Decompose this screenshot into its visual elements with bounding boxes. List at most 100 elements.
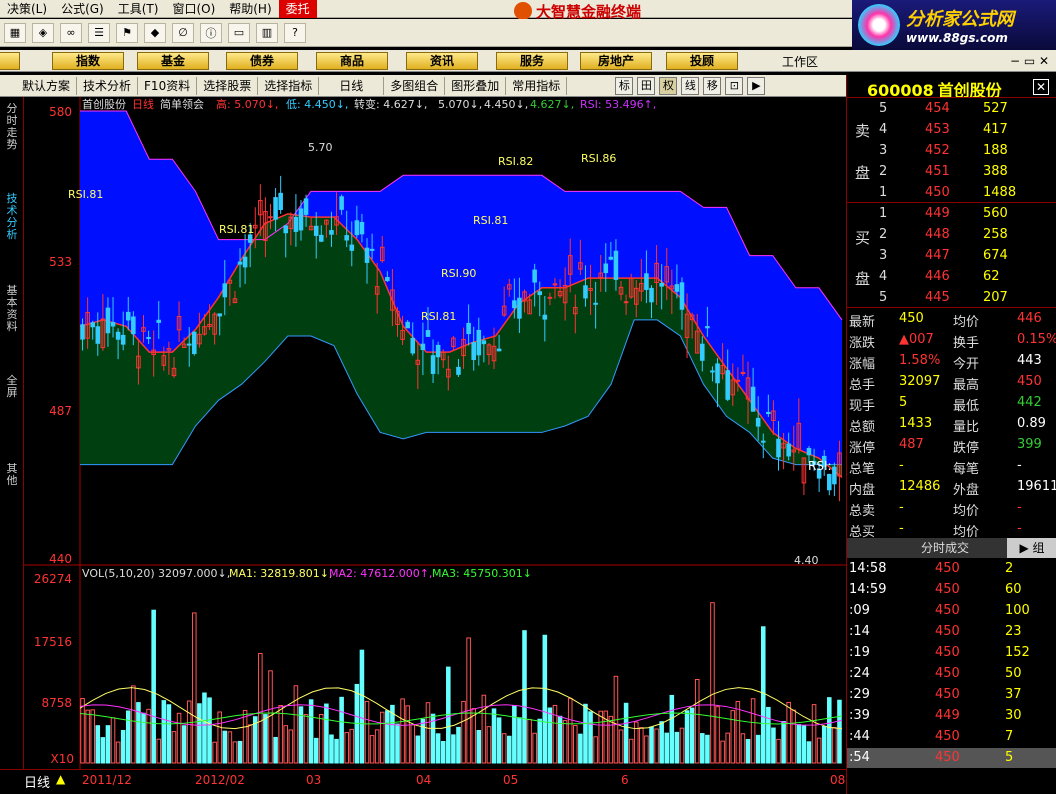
- tick-row: :24: [849, 666, 870, 681]
- stat-row: 最高: [953, 378, 980, 393]
- nav-index[interactable]: 指数: [52, 52, 124, 70]
- nav-fund[interactable]: 基金: [137, 52, 209, 70]
- menu-decision[interactable]: 决策(L): [0, 0, 54, 18]
- workarea-label[interactable]: 工作区: [782, 53, 818, 70]
- line-icon[interactable]: 线: [681, 76, 700, 95]
- volume-bar: [476, 730, 482, 764]
- tick-row: 450: [935, 561, 960, 576]
- volume-bar: [415, 735, 421, 764]
- nav-service[interactable]: 服务: [496, 52, 568, 70]
- ticks-toggle-button[interactable]: ▶ 组: [1007, 538, 1056, 558]
- candle-body: [766, 411, 771, 415]
- bid-row: 62: [983, 269, 1000, 284]
- stat-row: 均价: [953, 504, 980, 519]
- menu-help[interactable]: 帮助(H): [222, 0, 278, 18]
- min-price-label: 4.40: [794, 554, 819, 567]
- candle-body: [496, 348, 502, 352]
- window-icon[interactable]: ▭: [228, 22, 250, 43]
- f10-button[interactable]: F10资料: [138, 76, 198, 95]
- menu-window[interactable]: 窗口(O): [165, 0, 222, 18]
- tab-other[interactable]: 其他: [3, 463, 21, 487]
- candle-body: [603, 263, 609, 274]
- volume-bar: [537, 718, 543, 764]
- chart-area[interactable]: 580 533 487 440 26274 17516 8758 X10 首创股…: [24, 97, 846, 769]
- stat-row: -: [899, 521, 904, 536]
- svg-text:VOL(5,10,20): VOL(5,10,20): [82, 567, 155, 580]
- rights-icon[interactable]: 权: [659, 76, 678, 95]
- zoom-icon[interactable]: ⊡: [725, 76, 744, 95]
- volume-bar: [435, 733, 441, 764]
- overlay-button[interactable]: 图形叠加: [445, 76, 507, 95]
- common-indicator-button[interactable]: 常用指标: [506, 76, 568, 95]
- binoculars-icon[interactable]: ∞: [60, 22, 82, 43]
- tab-intraday[interactable]: 分时走势: [3, 103, 21, 151]
- help-icon[interactable]: ?: [284, 22, 306, 43]
- candle-body: [760, 440, 766, 443]
- grid-layout-icon[interactable]: 田: [637, 76, 656, 95]
- menu-tools[interactable]: 工具(T): [111, 0, 166, 18]
- tick-row: :14: [849, 624, 870, 639]
- menu-trade[interactable]: 委托: [278, 0, 317, 18]
- svg-text:低: 4.450↓,: 低: 4.450↓,: [286, 98, 348, 111]
- candle-body: [755, 417, 761, 427]
- volume-bar: [440, 741, 446, 764]
- volume-bar: [202, 692, 207, 764]
- nav-news[interactable]: 资讯: [406, 52, 478, 70]
- move-icon[interactable]: 移: [703, 76, 722, 95]
- diamond-icon[interactable]: ◆: [144, 22, 166, 43]
- vol-tick: 8758: [41, 696, 72, 710]
- books-icon[interactable]: ▥: [256, 22, 278, 43]
- link-icon[interactable]: ∅: [172, 22, 194, 43]
- tab-fundamental[interactable]: 基本资料: [3, 285, 21, 333]
- tick-row: 14:59: [849, 582, 887, 597]
- nav-realestate[interactable]: 房地产: [580, 52, 652, 70]
- triangle-icon[interactable]: ▲: [56, 772, 65, 786]
- ask-row: 417: [983, 122, 1008, 137]
- tab-fullscreen[interactable]: 全屏: [3, 375, 21, 399]
- info-icon[interactable]: ⓘ: [200, 22, 222, 43]
- nav-stock[interactable]: 股: [0, 52, 20, 70]
- select-stock-button[interactable]: 选择股票: [197, 76, 259, 95]
- tech-analysis-button[interactable]: 技术分析: [77, 76, 139, 95]
- volume-bar: [308, 699, 314, 764]
- grid-icon[interactable]: ▦: [4, 22, 26, 43]
- tab-tech[interactable]: 技术分析: [3, 193, 21, 241]
- mark-icon[interactable]: 标: [615, 76, 634, 95]
- period-label[interactable]: 日线: [24, 772, 50, 791]
- close-icon[interactable]: ✕: [1033, 79, 1049, 95]
- stat-row: 443: [1017, 353, 1042, 368]
- toolbar: ▦ ◈ ∞ ☰ ⚑ ◆ ∅ ⓘ ▭ ▥ ?: [0, 19, 852, 47]
- volume-bar: [151, 609, 156, 764]
- candle-body: [298, 208, 304, 231]
- scheme-button[interactable]: 默认方案: [0, 76, 78, 95]
- volume-bar: [547, 707, 553, 764]
- nav-bond[interactable]: 债券: [226, 52, 298, 70]
- candle-body: [613, 250, 619, 280]
- nav-advisor[interactable]: 投顾: [666, 52, 738, 70]
- candle-body: [715, 363, 720, 384]
- candle-body: [420, 343, 426, 350]
- candle-body: [547, 296, 553, 299]
- window-controls[interactable]: − ▭ ✕: [1010, 54, 1049, 68]
- volume-bar: [359, 649, 365, 764]
- flower-icon: [858, 4, 900, 46]
- period-button[interactable]: 日线: [319, 76, 385, 95]
- chart-icon[interactable]: ◈: [32, 22, 54, 43]
- stat-row: 最低: [953, 399, 980, 414]
- volume-bar: [542, 634, 548, 764]
- menu-formula[interactable]: 公式(G): [54, 0, 111, 18]
- stat-row: 5: [899, 395, 908, 410]
- nav-commodity[interactable]: 商品: [316, 52, 388, 70]
- ticks-header: 分时成交 ▶ 组: [847, 538, 1056, 558]
- candle-body: [481, 340, 487, 345]
- flag-icon[interactable]: ⚑: [116, 22, 138, 43]
- tick-row: :29: [849, 687, 870, 702]
- stat-row: 今开: [953, 357, 980, 372]
- candle-body: [679, 282, 685, 310]
- select-indicator-button[interactable]: 选择指标: [258, 76, 320, 95]
- list-icon[interactable]: ☰: [88, 22, 110, 43]
- volume-bar: [263, 714, 268, 764]
- multi-chart-button[interactable]: 多图组合: [384, 76, 446, 95]
- next-icon[interactable]: ▶: [747, 76, 766, 95]
- tick-row: 450: [935, 687, 960, 702]
